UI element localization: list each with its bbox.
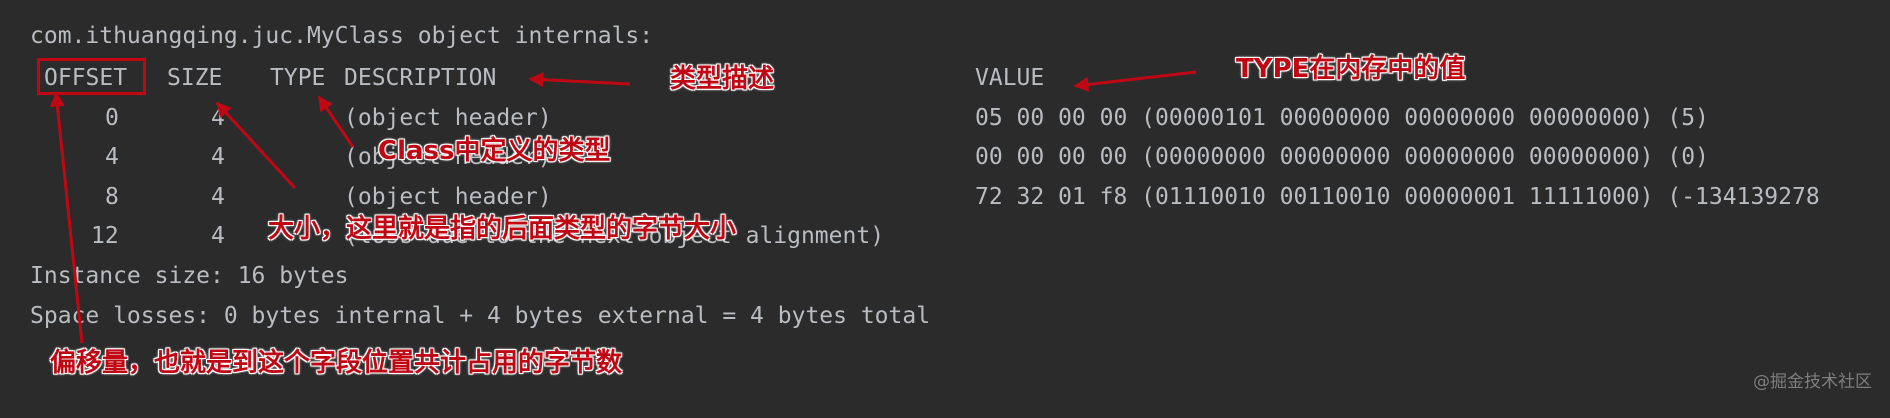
- annotation-class-type: Class中定义的类型: [378, 136, 611, 166]
- arrow-class-type: [317, 95, 355, 148]
- annotation-offset: 偏移量，也就是到这个字段位置共计占用的字节数: [50, 348, 623, 378]
- annotation-size: 大小，这里就是指的后面类型的字节大小: [268, 214, 737, 244]
- arrow-value: [1073, 70, 1197, 92]
- watermark: @掘金技术社区: [1753, 372, 1872, 392]
- arrow-size: [215, 101, 297, 190]
- arrow-offset: [49, 91, 84, 344]
- annotation-value-in-memory: TYPE在内存中的值: [1236, 54, 1466, 84]
- annotation-type-description: 类型描述: [670, 64, 775, 94]
- arrow-type-description: [528, 72, 631, 88]
